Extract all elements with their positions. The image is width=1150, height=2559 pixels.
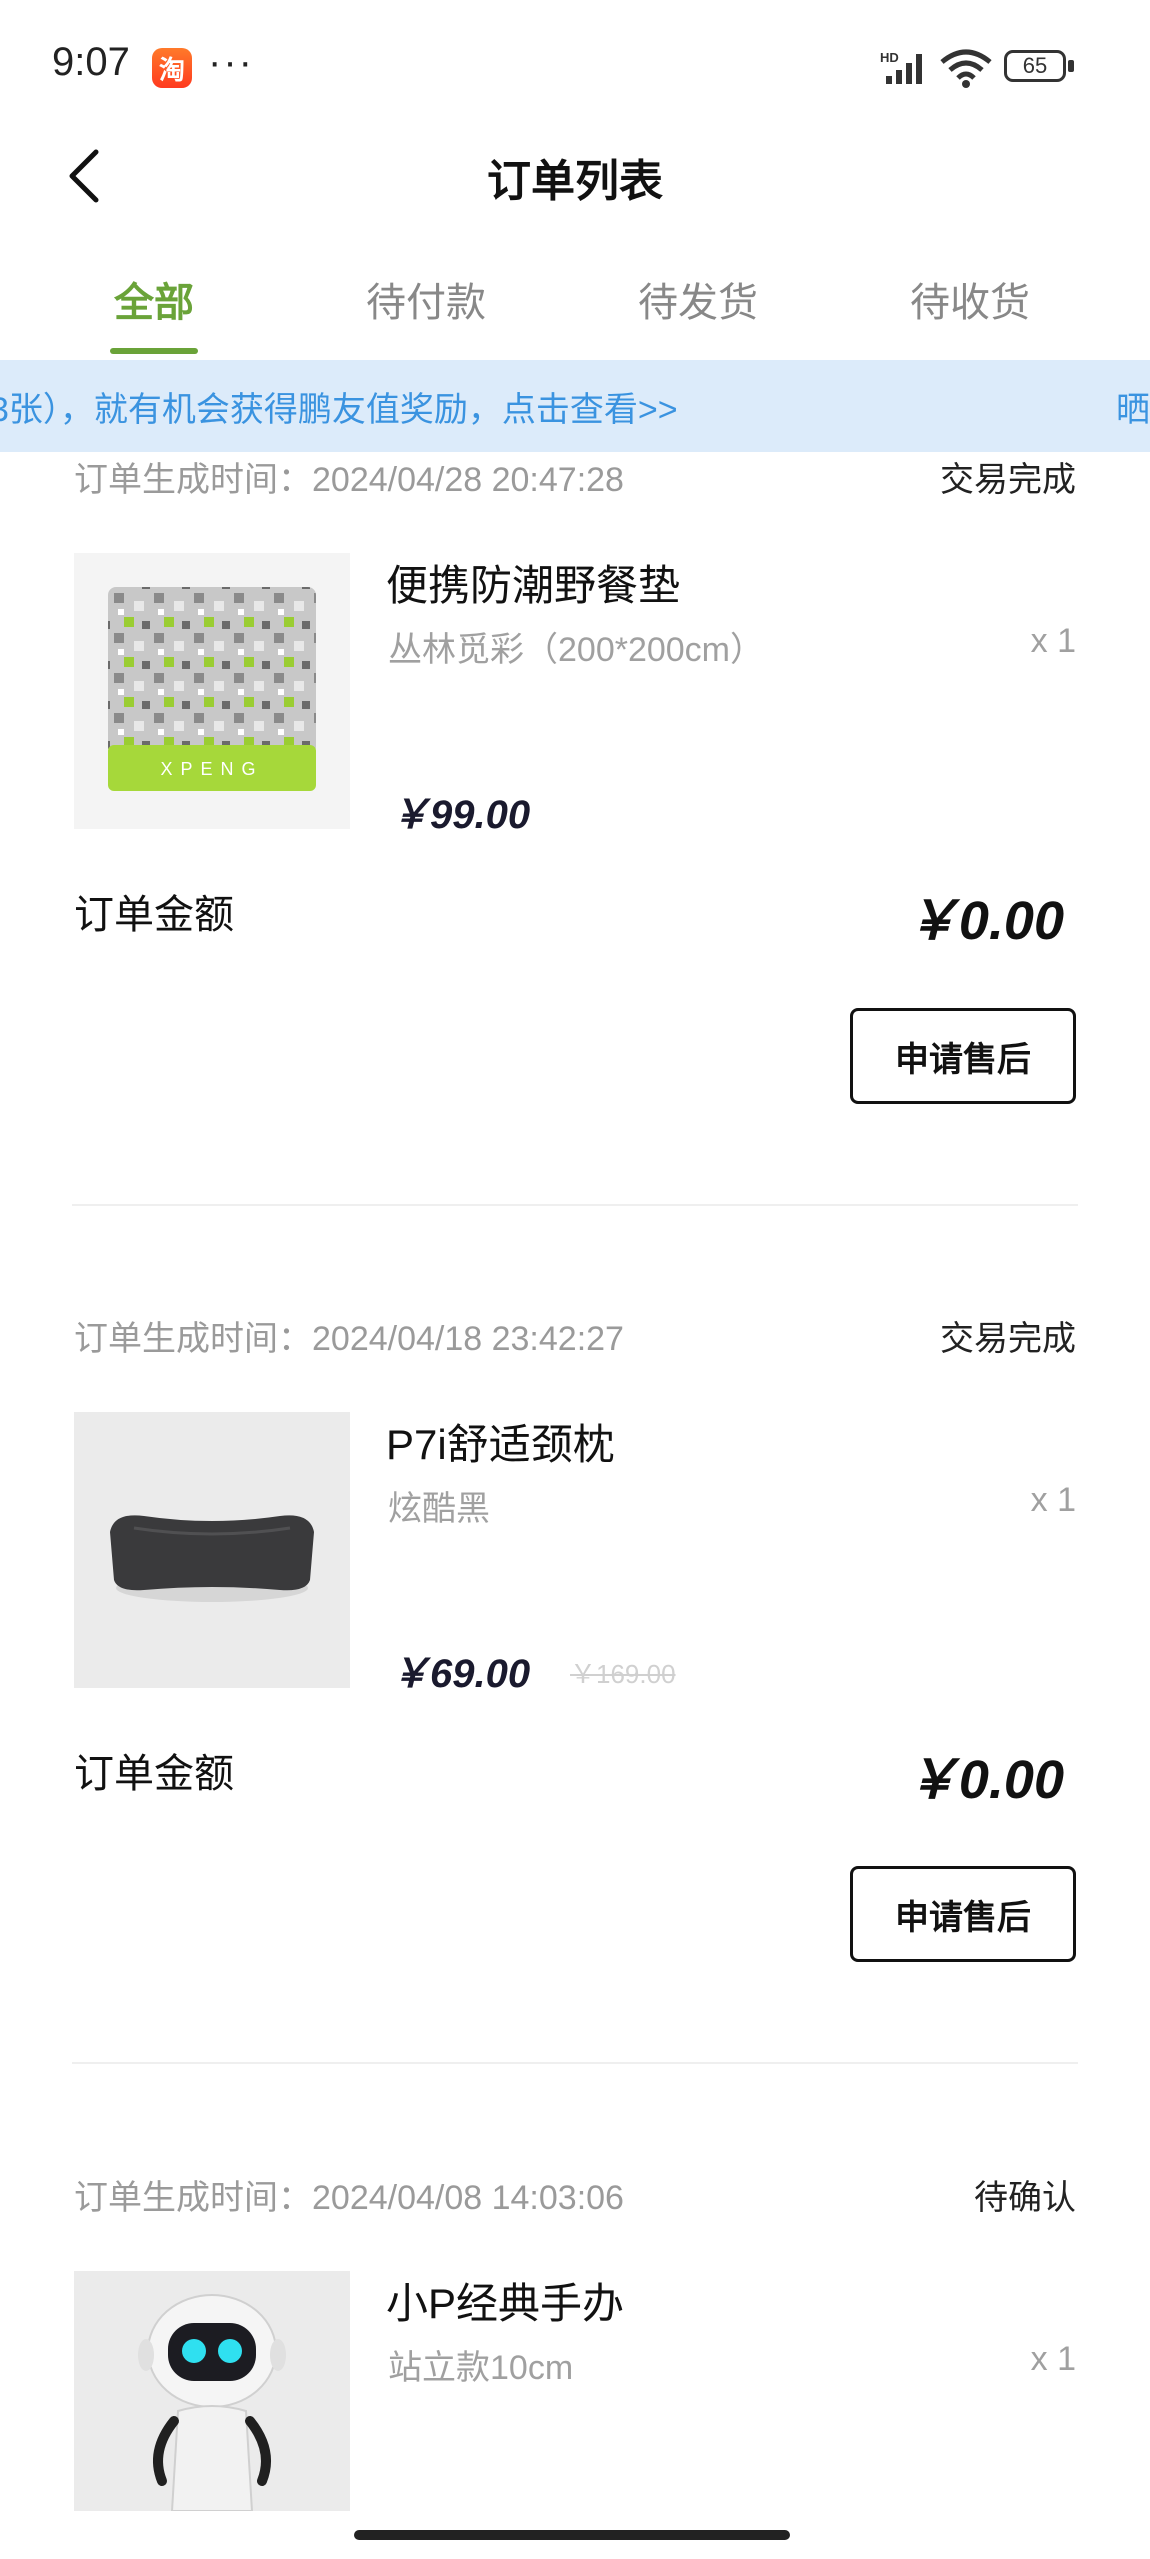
- order-time: 订单生成时间：2024/04/28 20:47:28: [74, 461, 624, 499]
- more-notifications-icon: ···: [208, 40, 254, 84]
- order-status: 交易完成: [940, 1320, 1076, 1358]
- notice-text[interactable]: 3张），就有机会获得鹏友值奖励，点击查看>>: [0, 382, 678, 431]
- notice-bar[interactable]: 3张），就有机会获得鹏友值奖励，点击查看>> 晒: [0, 360, 1150, 452]
- product-variant: 丛林觅彩（200*200cm）: [388, 631, 765, 669]
- order-divider: [72, 2062, 1078, 2064]
- status-time: 9:07: [52, 40, 130, 84]
- wifi-icon: [940, 49, 992, 88]
- product-name[interactable]: P7i舒适颈枕: [386, 1411, 615, 1472]
- product-name[interactable]: 便携防潮野餐垫: [386, 552, 680, 613]
- tab-all[interactable]: 全部: [44, 270, 264, 328]
- after-sale-button[interactable]: 申请售后: [850, 1866, 1076, 1962]
- tab-pending-shipment[interactable]: 待发货: [588, 270, 808, 328]
- product-qty: x 1: [1030, 622, 1076, 660]
- product-qty: x 1: [1030, 2340, 1076, 2378]
- product-image-neck-pillow[interactable]: [74, 1412, 350, 1688]
- product-qty: x 1: [1030, 1481, 1076, 1519]
- product-image-figure[interactable]: [74, 2271, 350, 2511]
- tab-pending-receipt[interactable]: 待收货: [860, 270, 1080, 328]
- product-price: ￥99.00: [390, 2500, 530, 2514]
- battery-icon: 65: [1004, 50, 1066, 82]
- order-divider: [72, 1204, 1078, 1206]
- order-status: 待确认: [974, 2179, 1076, 2217]
- picnic-mat-image: XPENG: [108, 587, 316, 791]
- active-tab-indicator: [110, 348, 198, 354]
- product-image-picnic-mat[interactable]: XPENG: [74, 553, 350, 829]
- order-amount-label: 订单金额: [74, 1752, 234, 1796]
- xpeng-logo-text: XPENG: [160, 759, 263, 779]
- notice-text-next: 晒: [1116, 391, 1150, 429]
- battery-tip: [1068, 60, 1074, 72]
- page-title: 订单列表: [487, 157, 663, 206]
- after-sale-button[interactable]: 申请售后: [850, 1008, 1076, 1104]
- order-amount-label: 订单金额: [74, 893, 234, 937]
- taobao-app-icon: 淘: [152, 48, 192, 88]
- product-original-price: ￥169.00: [570, 1659, 676, 1689]
- order-status: 交易完成: [940, 461, 1076, 499]
- product-variant: 站立款10cm: [388, 2349, 574, 2387]
- product-name[interactable]: 小P经典手办: [386, 2270, 624, 2331]
- home-indicator[interactable]: [354, 2530, 790, 2540]
- tab-pending-payment[interactable]: 待付款: [316, 270, 536, 328]
- neck-pillow-image: [74, 1412, 350, 1688]
- signal-icon: HD: [880, 50, 922, 84]
- robot-figure-image: [74, 2271, 350, 2511]
- product-price: ￥69.00: [390, 1652, 531, 1696]
- product-variant: 炫酷黑: [388, 1490, 490, 1528]
- order-time: 订单生成时间：2024/04/18 23:42:27: [74, 1320, 624, 1358]
- price-clip: ￥99.00: [380, 2500, 680, 2514]
- hd-label: HD: [880, 50, 899, 65]
- product-price: ￥99.00: [390, 793, 531, 837]
- order-time: 订单生成时间：2024/04/08 14:03:06: [74, 2179, 624, 2217]
- order-amount: ￥0.00: [904, 891, 1064, 951]
- order-amount: ￥0.00: [904, 1750, 1064, 1810]
